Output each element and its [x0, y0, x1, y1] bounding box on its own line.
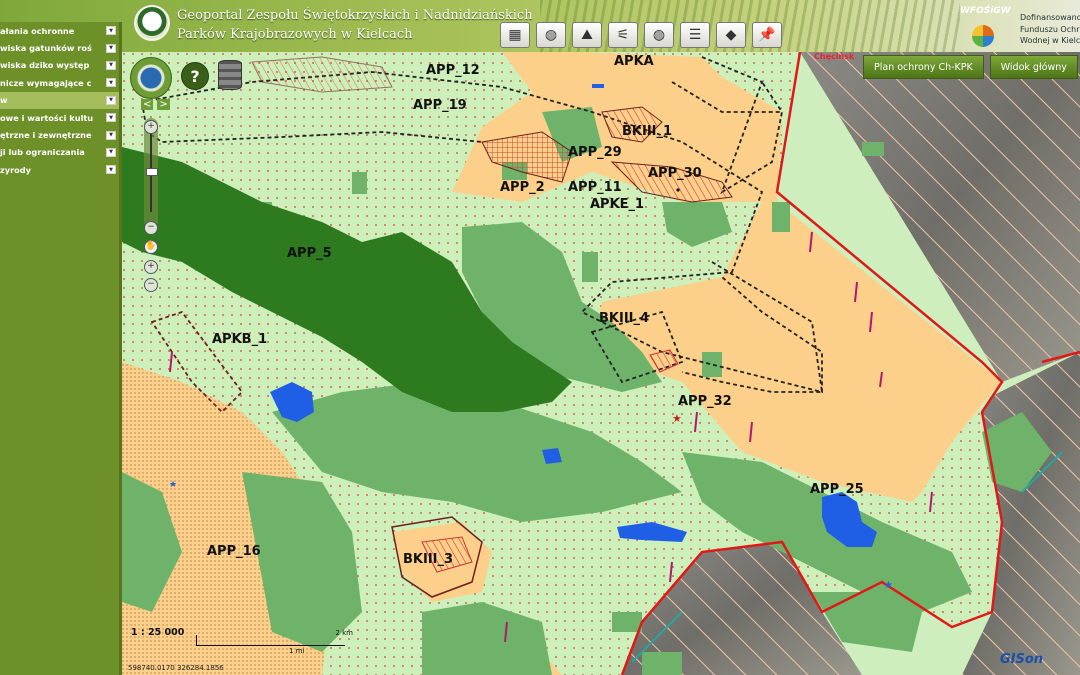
dropdown-arrow-icon[interactable]: ▼ — [106, 113, 116, 123]
database-icon[interactable] — [218, 60, 242, 90]
sidebar-item-label: ji lub ograniczania — [0, 147, 85, 158]
sidebar-item-granice[interactable]: nicze wymagające c ▼ — [0, 74, 119, 91]
dropdown-arrow-icon[interactable]: ▼ — [106, 78, 116, 88]
map-label[interactable]: APKA — [614, 54, 654, 69]
pan-left-button[interactable]: < — [141, 99, 154, 110]
dropdown-arrow-icon[interactable]: ▼ — [106, 95, 116, 105]
star-marker-icon[interactable]: ★ — [169, 480, 177, 490]
map-book-icon[interactable]: ▦ — [500, 22, 530, 48]
sidebar-item-zagrozenia[interactable]: ętrzne i zewnętrzne ▼ — [0, 126, 119, 143]
sidebar-item-label: wiska dziko występ — [0, 60, 90, 71]
coordinates-readout: 598740.0170 326284.1856 — [128, 664, 224, 672]
page-title-line2: Parków Krajobrazowych w Kielcach — [177, 27, 413, 42]
diamond-shape-icon[interactable]: ◆ — [716, 22, 746, 48]
zoom-slider[interactable] — [144, 118, 158, 228]
sidebar-item-label: wiska gatunków roś — [0, 43, 92, 54]
sidebar-item-eliminacji[interactable]: ji lub ograniczania ▼ — [0, 144, 119, 161]
map-label[interactable]: APP_11 — [568, 180, 622, 195]
boundary-label: Chęcińsk — [814, 52, 855, 61]
pan-navigation-icon[interactable] — [130, 57, 172, 99]
sidebar-item-active[interactable]: w ▼ — [0, 91, 119, 109]
world-icon[interactable]: ◍ — [644, 22, 674, 48]
sidebar-item-label: zyrody — [0, 164, 31, 175]
plan-ochrony-button[interactable]: Plan ochrony Ch-KPK — [863, 55, 984, 79]
map-label[interactable]: APKE_1 — [590, 197, 644, 212]
dropdown-arrow-icon[interactable]: ▼ — [106, 43, 116, 53]
globe-network-icon[interactable]: ◍ — [536, 22, 566, 48]
scale-ratio: 1 : 25 000 — [131, 627, 185, 638]
map-label[interactable]: APP_32 — [678, 394, 732, 409]
map-label[interactable]: APP_5 — [287, 246, 332, 261]
sidebar-item-stanowiska-dzikich[interactable]: wiska dziko występ ▼ — [0, 57, 119, 74]
help-button[interactable]: ? — [181, 62, 209, 90]
zoom-in-button[interactable]: + — [144, 120, 158, 134]
pin-icon[interactable]: 📌 — [752, 22, 782, 48]
zoom-in-button-secondary[interactable]: + — [144, 260, 158, 274]
sidebar-item-dzialania[interactable]: ałania ochronne ▼ — [0, 22, 119, 39]
sponsor-line-3: Wodnej w Kielc — [1020, 36, 1080, 45]
sidebar-item-label: ałania ochronne — [0, 25, 75, 36]
star-marker-icon[interactable]: ★ — [672, 412, 682, 425]
map-label[interactable]: BKIII_4 — [599, 311, 649, 326]
star-marker-icon[interactable]: ★ — [884, 580, 893, 591]
gison-logo: GISon — [1000, 652, 1044, 667]
sponsor-line-2: Funduszu Ochr — [1020, 25, 1080, 34]
zoom-out-button[interactable]: − — [144, 221, 158, 235]
zoom-slider-handle[interactable] — [146, 168, 158, 176]
page-title-line1: Geoportal Zespołu Świętokrzyskich i Nadn… — [177, 8, 533, 23]
map-label[interactable]: APP_16 — [207, 544, 261, 559]
sidebar-item-przyrody[interactable]: zyrody ▼ — [0, 161, 119, 178]
map-label[interactable]: APP_30 — [648, 166, 702, 181]
nav-arrows: < > — [141, 99, 170, 110]
scale-km-label: 2 km — [335, 629, 353, 637]
sidebar-item-label: owe i wartości kultu — [0, 112, 94, 123]
dropdown-arrow-icon[interactable]: ▼ — [106, 147, 116, 157]
pan-right-button[interactable]: > — [157, 99, 170, 110]
map-label[interactable]: APP_12 — [426, 63, 480, 78]
sidebar-item-label: nicze wymagające c — [0, 77, 92, 88]
home-view-button[interactable]: Widok główny — [989, 55, 1078, 79]
map-label[interactable]: BKIII_3 — [403, 552, 453, 567]
sponsor-logo-text: WFOŚiGW — [960, 6, 1011, 16]
map-label[interactable]: APKB_1 — [212, 332, 267, 347]
dropdown-arrow-icon[interactable]: ▼ — [106, 60, 116, 70]
sidebar-item-wartosci-kulturowe[interactable]: owe i wartości kultu ▼ — [0, 109, 119, 126]
park-logo[interactable] — [134, 5, 170, 41]
dropdown-arrow-icon[interactable]: ▼ — [106, 26, 116, 36]
map-label[interactable]: BKIII_1 — [622, 124, 672, 139]
sidebar-item-label: w — [0, 95, 8, 106]
dropdown-arrow-icon[interactable]: ▼ — [106, 165, 116, 175]
zoom-out-button-secondary[interactable]: − — [144, 278, 158, 292]
sidebar-item-label: ętrzne i zewnętrzne — [0, 130, 92, 141]
dropdown-arrow-icon[interactable]: ▼ — [106, 130, 116, 140]
sidebar-item-stanowiska-roslin[interactable]: wiska gatunków roś ▼ — [0, 39, 119, 56]
hand-tool-icon[interactable]: ✋ — [144, 240, 158, 254]
map-canvas[interactable]: APP_12 APKA APP_19 BKIII_1 APP_29 APP_30… — [122, 52, 1080, 675]
main-toolbar: ▦ ◍ ⛰ ⚟ ◍ ☰ ◆ 📌 — [500, 22, 782, 50]
map-label[interactable]: APP_25 — [810, 482, 864, 497]
map-label[interactable]: APP_19 — [413, 98, 467, 113]
map-button-bar: Plan ochrony Ch-KPK Widok główny — [863, 55, 1078, 79]
layers-sidebar: ałania ochronne ▼ wiska gatunków roś ▼ wis… — [0, 22, 122, 675]
measure-tool-icon[interactable]: ⚟ — [608, 22, 638, 48]
map-label[interactable]: APP_29 — [568, 145, 622, 160]
app-header: Geoportal Zespołu Świętokrzyskich i Nadn… — [0, 0, 1080, 52]
scale-bar: 2 km 1 mi — [196, 629, 353, 655]
sponsor-line-1: Dofinansowano — [1020, 13, 1080, 22]
scale-mi-label: 1 mi — [289, 647, 305, 655]
mountain-profile-icon[interactable]: ⛰ — [572, 22, 602, 48]
map-svg[interactable]: APP_12 APKA APP_19 BKIII_1 APP_29 APP_30… — [122, 52, 1080, 675]
sponsor-logo-icon — [972, 25, 994, 47]
layers-icon[interactable]: ☰ — [680, 22, 710, 48]
map-label[interactable]: APP_2 — [500, 180, 545, 195]
